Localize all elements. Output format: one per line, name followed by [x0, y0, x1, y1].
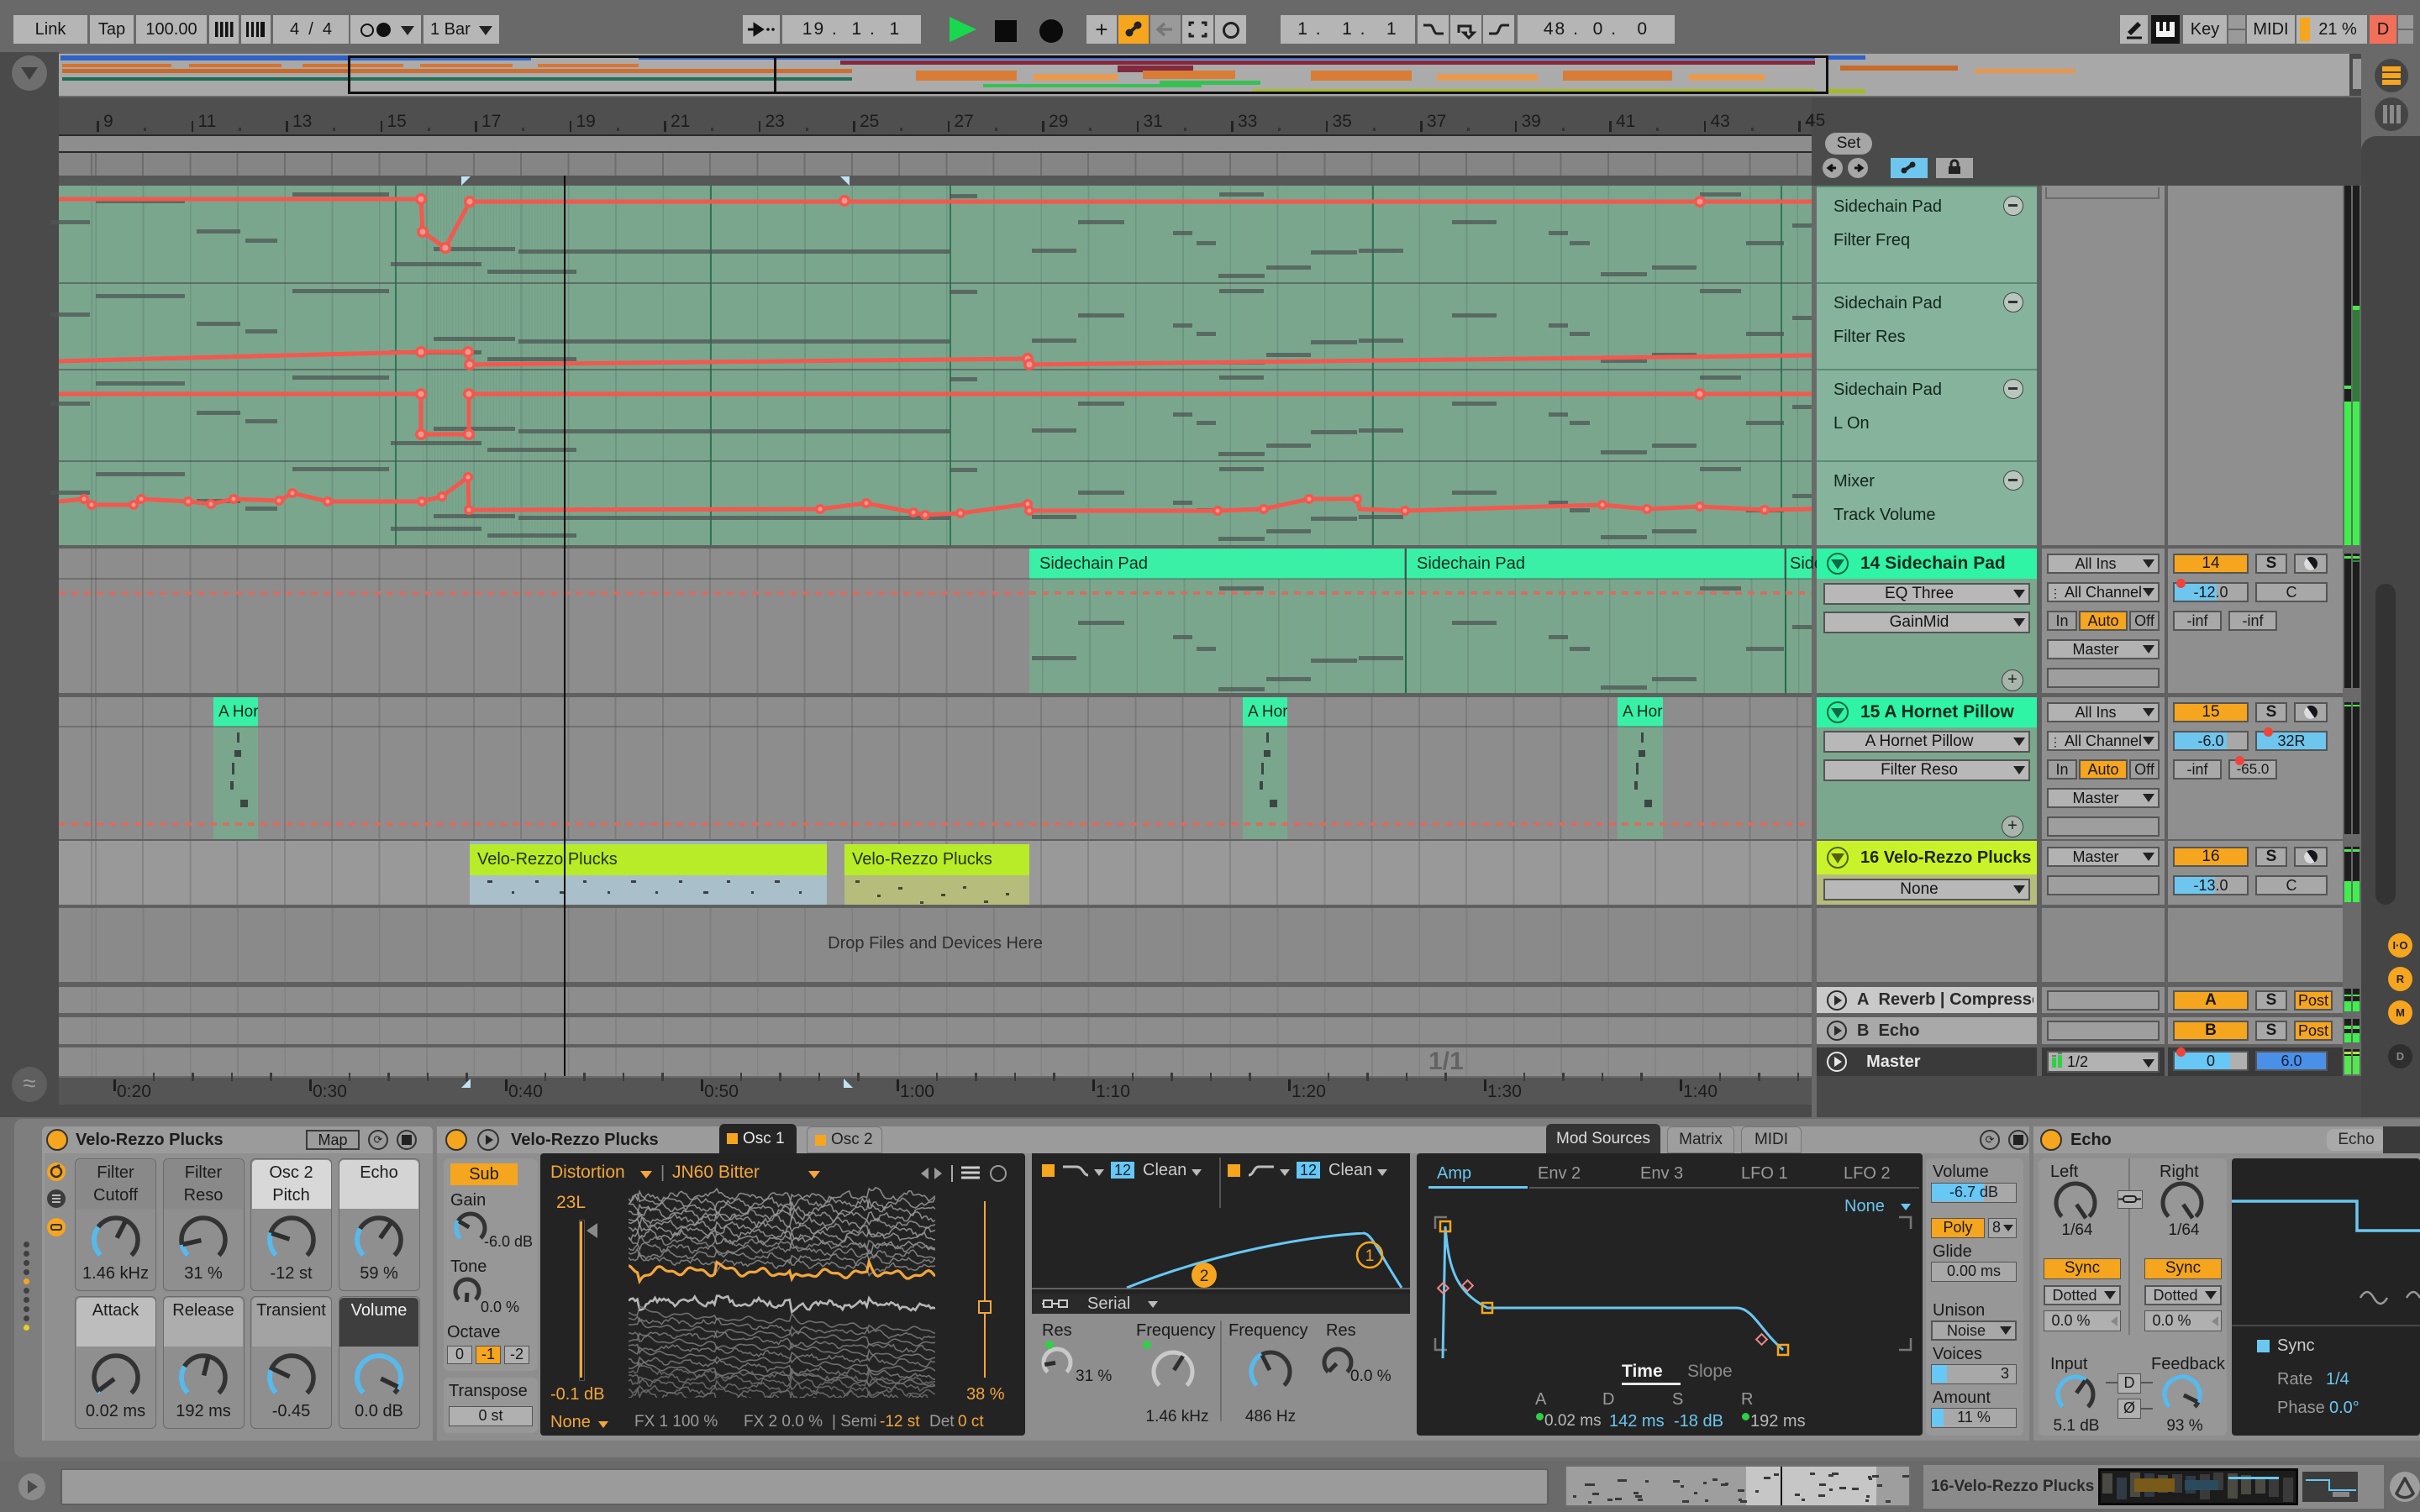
svg-text:2: 2 [1200, 1268, 1209, 1285]
svg-text:1: 1 [1365, 1247, 1375, 1265]
